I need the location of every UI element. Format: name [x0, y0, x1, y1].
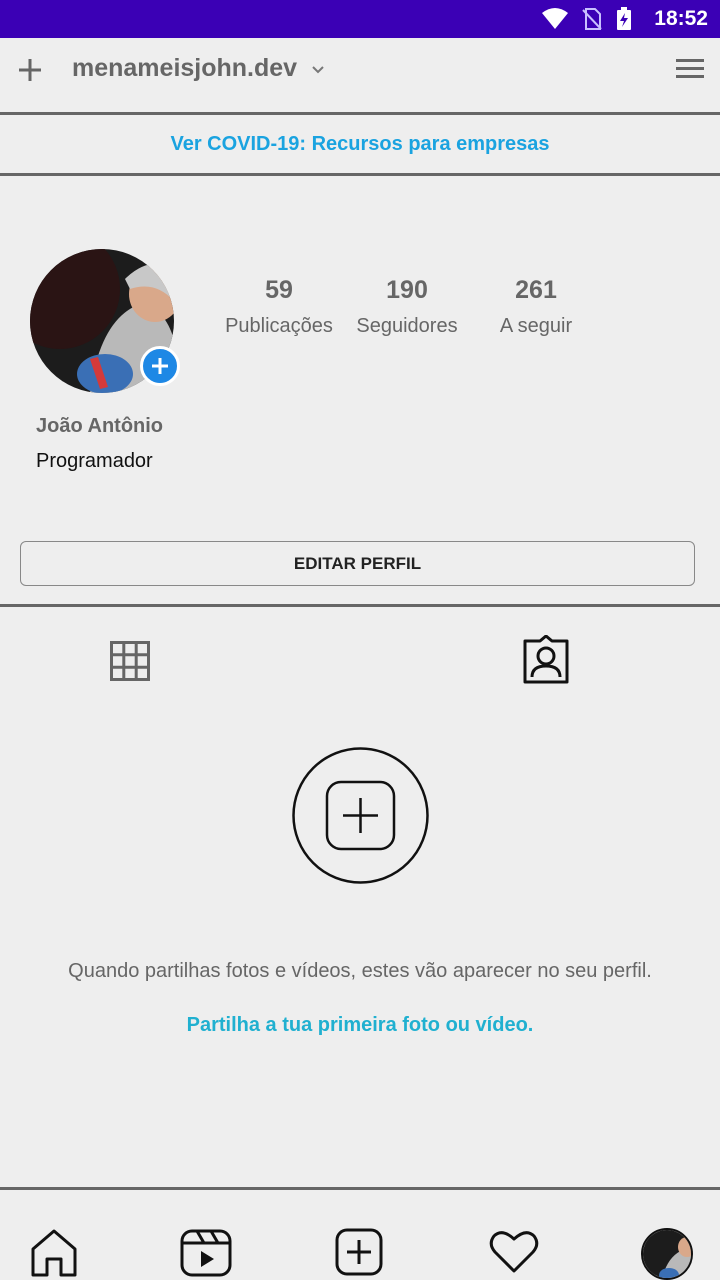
account-username[interactable]: menameisjohn.dev	[72, 54, 297, 83]
profile-avatar[interactable]	[641, 1228, 693, 1280]
stat-followers[interactable]: 190 Seguidores	[337, 276, 477, 338]
tagged-icon[interactable]	[521, 635, 571, 685]
profile-header: menameisjohn.dev	[0, 38, 720, 113]
hamburger-menu-icon[interactable]	[676, 58, 704, 80]
divider	[0, 173, 720, 176]
bottom-nav	[0, 1191, 720, 1280]
add-story-button[interactable]	[140, 346, 180, 386]
no-sim-icon	[582, 8, 602, 30]
chevron-down-icon[interactable]	[311, 63, 325, 77]
battery-charging-icon	[617, 7, 631, 30]
stat-posts-label: Publicações	[225, 315, 333, 337]
status-icons	[542, 7, 632, 31]
divider	[0, 604, 720, 607]
create-post-circle-icon[interactable]	[292, 747, 429, 884]
divider	[0, 1187, 720, 1190]
share-first-photo-link[interactable]: Partilha a tua primeira foto ou vídeo.	[0, 1014, 720, 1037]
profile-name: João Antônio	[36, 415, 164, 437]
stat-posts[interactable]: 59 Publicações	[209, 276, 349, 338]
grid-icon[interactable]	[110, 641, 150, 681]
edit-profile-button[interactable]: EDITAR PERFIL	[20, 541, 695, 586]
wifi-icon	[542, 8, 568, 29]
reels-icon[interactable]	[180, 1227, 232, 1277]
stat-followers-label: Seguidores	[356, 315, 458, 337]
heart-icon[interactable]	[488, 1227, 540, 1277]
stat-following-value: 261	[515, 276, 557, 304]
status-time: 18:52	[654, 7, 708, 30]
profile-bio: Programador	[36, 450, 153, 472]
plus-icon[interactable]	[16, 56, 44, 84]
divider	[0, 112, 720, 115]
empty-state-message: Quando partilhas fotos e vídeos, estes v…	[68, 960, 652, 982]
covid-banner-link[interactable]: Ver COVID-19: Recursos para empresas	[0, 116, 720, 173]
profile-avatar[interactable]	[30, 249, 180, 393]
status-bar: 18:52	[0, 0, 720, 38]
stat-following-label: A seguir	[499, 315, 573, 337]
home-icon[interactable]	[28, 1227, 80, 1277]
stat-followers-value: 190	[386, 276, 428, 304]
stat-posts-value: 59	[265, 276, 293, 304]
new-post-icon[interactable]	[334, 1227, 386, 1277]
stat-following[interactable]: 261 A seguir	[466, 276, 606, 338]
